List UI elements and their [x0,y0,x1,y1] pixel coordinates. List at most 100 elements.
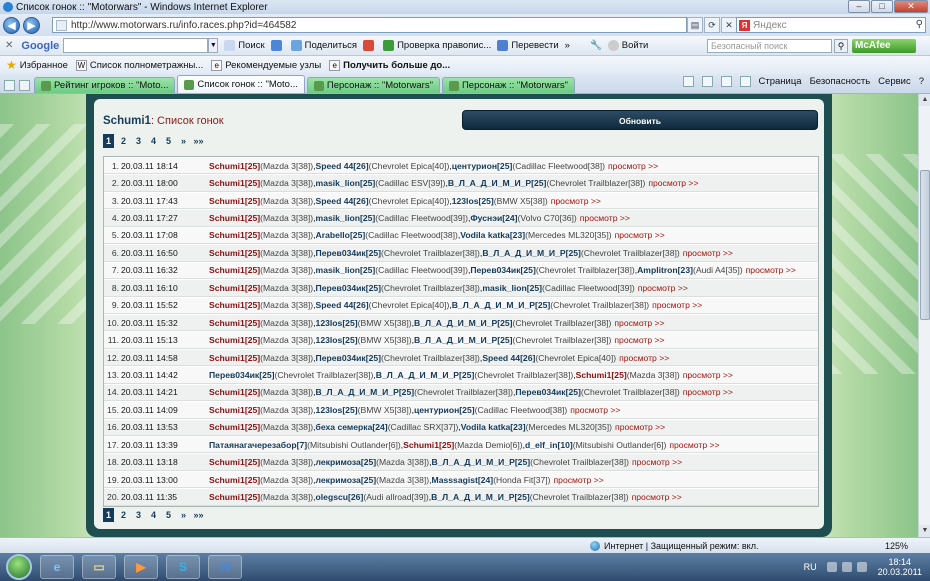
racer-name-link[interactable]: Schumi1 [209,230,245,240]
racer-name-link[interactable]: Перев034ик [209,370,259,380]
safe-search-input[interactable]: Безопасный поиск [707,39,832,53]
tab-character-1[interactable]: Персонаж :: "Motorwars" [306,77,440,93]
back-button[interactable]: ◀ [3,16,20,34]
racer-name-link[interactable]: Schumi1 [209,300,245,310]
racer-name-link[interactable]: Schumi1 [209,248,245,258]
help-menu[interactable]: ? [919,76,924,87]
racer-name-link[interactable]: В_Л_А_Д_И_М_И_Р [414,318,497,328]
ie-taskbar-icon[interactable]: e [40,555,74,579]
racer-name-link[interactable]: Masssagist [432,475,478,485]
racer-name-link[interactable]: 123los [316,335,343,345]
racer-name-link[interactable]: Schumi1 [209,318,245,328]
page-link[interactable]: 2 [118,134,129,148]
racer-name-link[interactable]: masik_lion [316,213,360,223]
page-next-link[interactable]: » [178,508,189,522]
racer-name-link[interactable]: Schumi1 [209,213,245,223]
racer-name-link[interactable]: Speed 44 [482,353,520,363]
view-race-link[interactable]: просмотр >> [652,300,702,310]
scroll-down-icon[interactable]: ▼ [919,525,930,537]
volume-icon[interactable] [856,562,867,572]
page-link[interactable]: 4 [148,134,159,148]
racer-name-link[interactable]: Schumi1 [209,196,245,206]
racer-name-link[interactable]: беха семерка [316,422,373,432]
view-race-link[interactable]: просмотр >> [615,230,665,240]
racer-name-link[interactable]: В_Л_А_Д_И_М_И_Р [316,387,399,397]
favorites-item[interactable]: W Список полнометражны... [75,59,203,71]
compatibility-icon[interactable]: ▤ [687,17,703,33]
racer-name-link[interactable]: Schumi1 [576,370,612,380]
wrench-icon[interactable]: 🔧 [590,40,602,51]
page-link[interactable]: 5 [163,134,174,148]
language-indicator[interactable]: RU [804,562,817,572]
view-race-link[interactable]: просмотр >> [669,440,719,450]
network-icon[interactable] [841,562,852,572]
favorites-center-icon[interactable] [4,80,15,91]
racer-name-link[interactable]: лекримоза [316,457,361,467]
page-link[interactable]: 3 [133,508,144,522]
racer-name-link[interactable]: Schumi1 [209,283,245,293]
google-search-input[interactable] [63,38,209,53]
share-button[interactable]: Поделиться [290,40,357,51]
skype-taskbar-icon[interactable]: S [166,555,200,579]
page-last-link[interactable]: »» [193,134,204,148]
tools-menu[interactable]: Сервис [878,76,911,87]
home-icon[interactable] [682,76,694,87]
racer-name-link[interactable]: Speed 44 [316,196,354,206]
mcafee-button[interactable]: McAfee [852,39,916,53]
racer-name-link[interactable]: Schumi1 [209,353,245,363]
racer-name-link[interactable]: Schumi1 [209,422,245,432]
favorites-star-icon[interactable]: ★ [6,58,17,72]
zoom-level[interactable]: 125% [885,541,908,551]
search-icon[interactable]: ⚲ [916,19,923,30]
page-link[interactable]: 4 [148,508,159,522]
media-player-taskbar-icon[interactable]: ▶ [124,555,158,579]
racer-name-link[interactable]: Schumi1 [209,265,245,275]
racer-name-link[interactable]: Перев034ик [515,387,565,397]
tab-race-list[interactable]: Список гонок :: "Moto... [177,75,305,93]
close-toolbar-icon[interactable]: ✕ [5,40,13,51]
racer-name-link[interactable]: 123los [316,318,343,328]
stop-icon[interactable]: ✕ [721,17,737,33]
racer-name-link[interactable]: Перев034ик [470,265,520,275]
racer-name-link[interactable]: Schumi1 [209,178,245,188]
racer-name-link[interactable]: Schumi1 [209,492,245,502]
google-search-button[interactable]: Поиск [224,40,265,51]
view-race-link[interactable]: просмотр >> [746,265,796,275]
start-button[interactable] [6,554,32,580]
scrollbar-thumb[interactable] [920,170,930,320]
racer-name-link[interactable]: Schumi1 [209,387,245,397]
racer-name-link[interactable]: Amplitron [637,265,678,275]
player-name[interactable]: Schumi1 [103,115,151,127]
feeds-icon[interactable] [701,76,713,87]
racer-name-link[interactable]: Vodila katka [460,230,510,240]
racer-name-link[interactable]: Schumi1 [209,335,245,345]
page-last-link[interactable]: »» [193,508,204,522]
racer-name-link[interactable]: Schumi1 [403,440,439,450]
tray-icon[interactable] [826,562,837,572]
racer-name-link[interactable]: Фуснэи [470,213,502,223]
racer-name-link[interactable]: центурион [414,405,459,415]
favorites-item[interactable]: e Получить больше до... [329,59,450,71]
page-link[interactable]: 2 [118,508,129,522]
view-race-link[interactable]: просмотр >> [632,492,682,502]
racer-name-link[interactable]: В_Л_А_Д_И_М_И_Р [414,335,497,345]
page-menu[interactable]: Страница [759,76,802,87]
racer-name-link[interactable]: центурион [452,161,497,171]
racer-name-link[interactable]: В_Л_А_Д_И_М_И_Р [448,178,531,188]
mail-icon[interactable] [720,76,732,87]
view-race-link[interactable]: просмотр >> [632,457,682,467]
safety-menu[interactable]: Безопасность [810,76,871,87]
view-race-link[interactable]: просмотр >> [614,335,664,345]
signin-button[interactable]: Войти [607,40,648,51]
refresh-icon[interactable]: ⟳ [704,17,720,33]
view-race-link[interactable]: просмотр >> [608,161,658,171]
translate-button[interactable]: Перевести [497,40,559,51]
racer-name-link[interactable]: Schumi1 [209,457,245,467]
racer-name-link[interactable]: В_Л_А_Д_И_М_И_Р [452,300,535,310]
view-race-link[interactable]: просмотр >> [648,178,698,188]
view-race-link[interactable]: просмотр >> [683,248,733,258]
racer-name-link[interactable]: 123los [316,405,343,415]
racer-name-link[interactable]: Schumi1 [209,475,245,485]
racer-name-link[interactable]: masik_lion [316,178,360,188]
page-link[interactable]: 5 [163,508,174,522]
